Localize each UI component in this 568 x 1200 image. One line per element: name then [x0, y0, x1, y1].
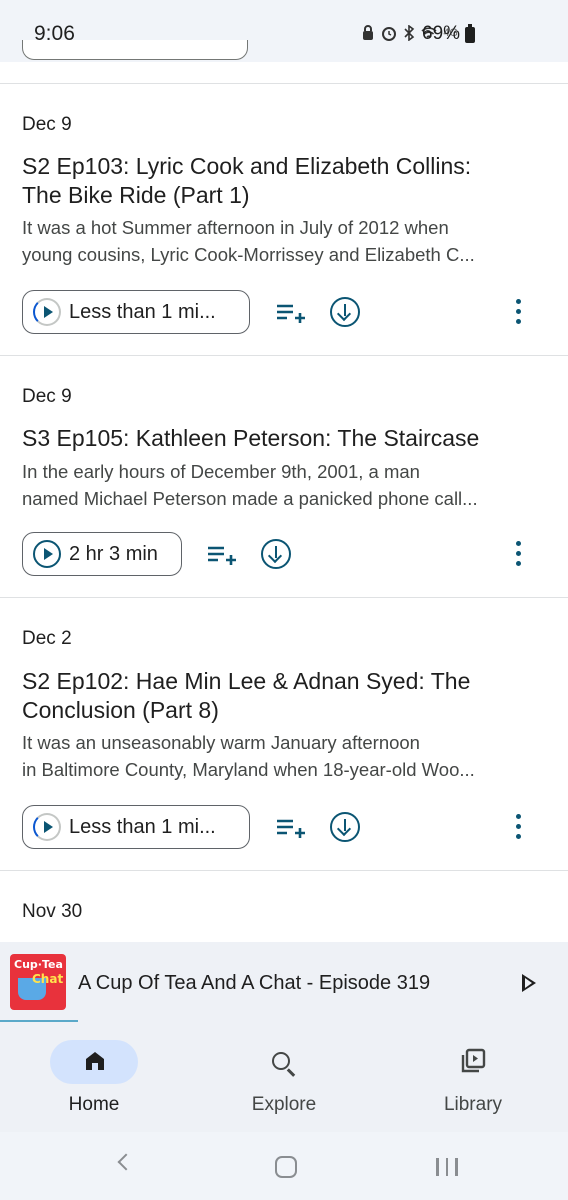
nav-explore-label[interactable]: Explore	[214, 1094, 354, 1116]
play-button[interactable]: Less than 1 mi...	[22, 290, 250, 334]
episode-desc-line: in Baltimore County, Maryland when 18-ye…	[22, 759, 475, 780]
episode-desc-line: In the early hours of December 9th, 2001…	[22, 461, 420, 482]
lock-icon	[363, 25, 374, 40]
artwork-text: Cup·Tea	[14, 958, 63, 971]
more-options-icon[interactable]	[514, 814, 522, 842]
episode-item[interactable]: Nov 30	[0, 870, 568, 942]
play-button[interactable]: Less than 1 mi...	[22, 805, 250, 849]
episode-title[interactable]: S2 Ep102: Hae Min Lee & Adnan Syed: The …	[22, 667, 542, 725]
episode-description: It was a hot Summer afternoon in July of…	[22, 214, 550, 268]
battery-icon	[465, 24, 475, 43]
mini-player[interactable]: Cup·Tea Chat A Cup Of Tea And A Chat - E…	[0, 942, 568, 1022]
episode-desc-line: It was a hot Summer afternoon in July of…	[22, 217, 449, 238]
episode-desc-line: named Michael Peterson made a panicked p…	[22, 488, 478, 509]
duration-label: 2 hr 3 min	[69, 542, 158, 565]
episode-date: Dec 2	[22, 628, 72, 649]
nav-home-label[interactable]: Home	[24, 1094, 164, 1116]
play-progress-icon	[33, 813, 61, 841]
system-home-icon[interactable]	[275, 1156, 297, 1178]
play-icon	[33, 540, 61, 568]
play-icon-inner	[525, 978, 532, 988]
duration-label: Less than 1 mi...	[69, 300, 216, 323]
add-to-queue-icon[interactable]	[276, 301, 306, 325]
episode-title-line: S2 Ep103: Lyric Cook and Elizabeth Colli…	[22, 153, 472, 179]
system-navigation-bar	[0, 1132, 568, 1200]
episode-description: It was an unseasonably warm January afte…	[22, 729, 550, 783]
episode-date: Dec 9	[22, 386, 72, 407]
episode-title-line: The Bike Ride (Part 1)	[22, 182, 250, 208]
episode-item[interactable]: Dec 9 S2 Ep103: Lyric Cook and Elizabeth…	[0, 83, 568, 356]
download-icon[interactable]	[261, 539, 291, 569]
play-button[interactable]: 2 hr 3 min	[22, 532, 182, 576]
play-progress-icon	[33, 298, 61, 326]
episode-desc-line: It was an unseasonably warm January afte…	[22, 732, 420, 753]
alarm-icon	[382, 27, 397, 41]
nav-library-label[interactable]: Library	[403, 1094, 543, 1116]
battery-percent: 69%	[422, 23, 461, 44]
back-icon[interactable]	[117, 1153, 135, 1171]
artwork-text: Chat	[32, 972, 64, 986]
library-icon[interactable]	[460, 1048, 486, 1074]
partial-play-chip[interactable]	[22, 40, 248, 60]
duration-label: Less than 1 mi...	[69, 815, 216, 838]
episode-title-line: S3 Ep105: Kathleen Peterson: The Stairca…	[22, 425, 480, 451]
episode-title-line: Conclusion (Part 8)	[22, 697, 219, 723]
episode-title[interactable]: S2 Ep103: Lyric Cook and Elizabeth Colli…	[22, 152, 542, 210]
recents-icon[interactable]	[436, 1158, 458, 1176]
download-icon[interactable]	[330, 812, 360, 842]
bluetooth-icon	[404, 25, 415, 41]
episode-date: Dec 9	[22, 114, 72, 135]
status-icons: 4G	[361, 25, 478, 41]
episode-date: Nov 30	[22, 901, 83, 922]
home-icon[interactable]	[84, 1050, 106, 1072]
episode-title-line: S2 Ep102: Hae Min Lee & Adnan Syed: The	[22, 668, 471, 694]
add-to-queue-icon[interactable]	[207, 543, 237, 567]
episode-item[interactable]: Dec 2 S2 Ep102: Hae Min Lee & Adnan Syed…	[0, 597, 568, 871]
episode-desc-line: young cousins, Lyric Cook-Morrissey and …	[22, 244, 475, 265]
episode-item[interactable]: Dec 9 S3 Ep105: Kathleen Peterson: The S…	[0, 355, 568, 598]
bottom-navigation: Home Explore Library	[0, 1022, 568, 1132]
more-options-icon[interactable]	[514, 541, 522, 569]
podcast-artwork[interactable]: Cup·Tea Chat	[10, 954, 66, 1010]
episode-title[interactable]: S3 Ep105: Kathleen Peterson: The Stairca…	[22, 424, 542, 453]
now-playing-title[interactable]: A Cup Of Tea And A Chat - Episode 319	[78, 972, 430, 995]
episode-description: In the early hours of December 9th, 2001…	[22, 458, 550, 512]
add-to-queue-icon[interactable]	[276, 816, 306, 840]
more-options-icon[interactable]	[514, 299, 522, 327]
search-icon[interactable]	[272, 1052, 290, 1070]
download-icon[interactable]	[330, 297, 360, 327]
